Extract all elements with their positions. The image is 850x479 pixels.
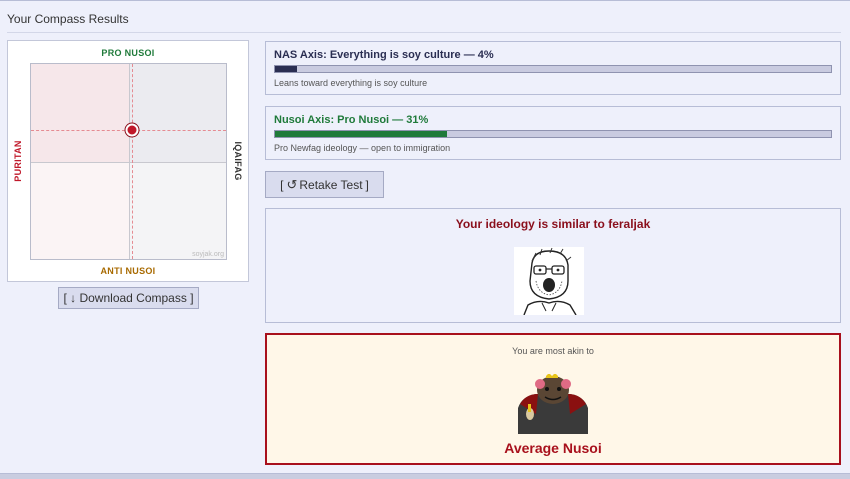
nusoi-axis-card: Nusoi Axis: Pro Nusoi — 31% Pro Newfag i… xyxy=(265,106,841,160)
nas-axis-title: NAS Axis: Everything is soy culture — 4% xyxy=(274,49,494,61)
compass-grid: soyjak.org xyxy=(30,63,227,260)
nas-axis-bar xyxy=(274,65,832,73)
quadrant-bottom-left xyxy=(31,161,129,259)
akin-pretext: You are most akin to xyxy=(512,346,594,356)
compass-bottom-label: ANTI NUSOI xyxy=(100,266,156,276)
refresh-icon: ↺ xyxy=(286,176,298,192)
nusoi-axis-bar xyxy=(274,130,832,138)
compass-left-label: PURITAN xyxy=(13,140,23,182)
nusoi-axis-description: Pro Newfag ideology — open to immigratio… xyxy=(274,143,451,153)
akin-name: Average Nusoi xyxy=(504,440,602,456)
compass-top-label: PRO NUSOI xyxy=(101,48,155,58)
similar-ideology-card: Your ideology is similar to feraljak xyxy=(265,208,841,323)
compass-right-label: IQAIFAG xyxy=(233,141,243,181)
compass-horizontal-axis xyxy=(31,161,226,163)
retake-label: Retake Test xyxy=(299,177,363,192)
compass-chart: PRO NUSOI ANTI NUSOI PURITAN IQAIFAG soy… xyxy=(7,40,249,282)
retake-test-button[interactable]: [ ↺ Retake Test ] xyxy=(265,171,384,198)
quadrant-bottom-right xyxy=(128,161,226,259)
marker-guide-vertical xyxy=(132,64,134,259)
retake-open-bracket: [ xyxy=(280,177,284,192)
position-marker xyxy=(125,123,139,137)
akin-result-card: You are most akin to Average Nusoi xyxy=(265,333,841,465)
nusoi-axis-fill xyxy=(275,131,448,137)
nas-axis-card: NAS Axis: Everything is soy culture — 4%… xyxy=(265,41,841,95)
feraljak-image xyxy=(514,247,584,315)
quadrant-top-left xyxy=(31,64,129,162)
download-compass-button[interactable]: [ ↓ Download Compass ] xyxy=(58,287,199,309)
nas-axis-description: Leans toward everything is soy culture xyxy=(274,78,428,88)
quadrant-top-right xyxy=(128,64,226,162)
results-panel: Your Compass Results PRO NUSOI ANTI NUSO… xyxy=(0,0,850,474)
similar-heading: Your ideology is similar to feraljak xyxy=(455,217,651,231)
nas-axis-fill xyxy=(275,66,298,72)
page-title: Your Compass Results xyxy=(7,12,841,33)
retake-close-bracket: ] xyxy=(365,177,369,192)
nusoi-axis-title: Nusoi Axis: Pro Nusoi — 31% xyxy=(274,114,429,126)
average-nusoi-image xyxy=(518,374,588,434)
watermark: soyjak.org xyxy=(192,251,224,258)
